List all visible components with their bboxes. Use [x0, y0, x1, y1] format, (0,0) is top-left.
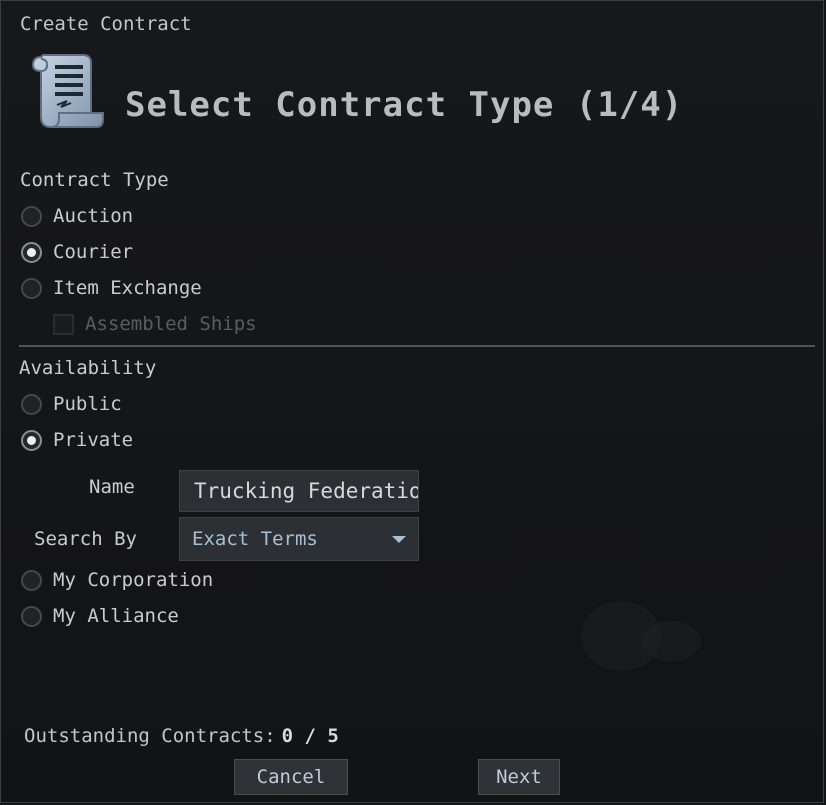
radio-label: Private	[53, 429, 134, 451]
window-title: Create Contract	[20, 13, 192, 35]
outstanding-contracts-value: 0 / 5	[281, 725, 339, 747]
cancel-button[interactable]: Cancel	[234, 759, 348, 795]
search-by-label: Search By	[34, 528, 137, 550]
name-input[interactable]: Trucking Federation	[179, 470, 419, 512]
radio-item-exchange[interactable]: Item Exchange	[21, 274, 202, 302]
radio-courier[interactable]: Courier	[21, 238, 133, 266]
next-button[interactable]: Next	[478, 759, 560, 795]
page-title: Select Contract Type (1/4)	[125, 85, 684, 125]
radio-button[interactable]	[21, 205, 42, 227]
radio-button[interactable]	[21, 569, 42, 591]
radio-label: My Corporation	[53, 569, 214, 591]
radio-label: Item Exchange	[53, 277, 202, 299]
radio-button[interactable]	[21, 393, 42, 415]
radio-public[interactable]: Public	[21, 390, 122, 418]
radio-auction[interactable]: Auction	[21, 202, 133, 230]
contract-type-label: Contract Type	[20, 169, 169, 191]
radio-button[interactable]	[21, 605, 42, 627]
radio-label: Public	[53, 393, 122, 415]
radio-label: My Alliance	[53, 605, 179, 627]
search-by-value: Exact Terms	[192, 528, 318, 550]
radio-private[interactable]: Private	[21, 426, 133, 454]
checkbox-label: Assembled Ships	[85, 313, 257, 335]
radio-label: Courier	[53, 241, 134, 263]
availability-label: Availability	[19, 357, 157, 379]
contract-scroll-icon	[31, 54, 104, 128]
radio-label: Auction	[53, 205, 134, 227]
outstanding-contracts: Outstanding Contracts: 0 / 5	[24, 725, 339, 747]
name-input-value: Trucking Federation	[194, 479, 419, 503]
section-divider	[19, 345, 815, 347]
radio-button[interactable]	[21, 429, 42, 451]
search-by-dropdown[interactable]: Exact Terms	[179, 517, 419, 561]
radio-my-alliance[interactable]: My Alliance	[21, 602, 179, 630]
name-label: Name	[89, 476, 135, 498]
radio-button[interactable]	[21, 277, 42, 299]
chevron-down-icon[interactable]	[392, 535, 406, 543]
outstanding-contracts-label: Outstanding Contracts:	[24, 725, 276, 747]
checkbox-assembled-ships: Assembled Ships	[53, 310, 257, 338]
background-decoration	[641, 621, 701, 661]
radio-my-corporation[interactable]: My Corporation	[21, 566, 213, 594]
radio-button[interactable]	[21, 241, 42, 263]
checkbox	[53, 313, 74, 335]
create-contract-window: Create Contract Select Contract Type (1/…	[0, 0, 824, 803]
